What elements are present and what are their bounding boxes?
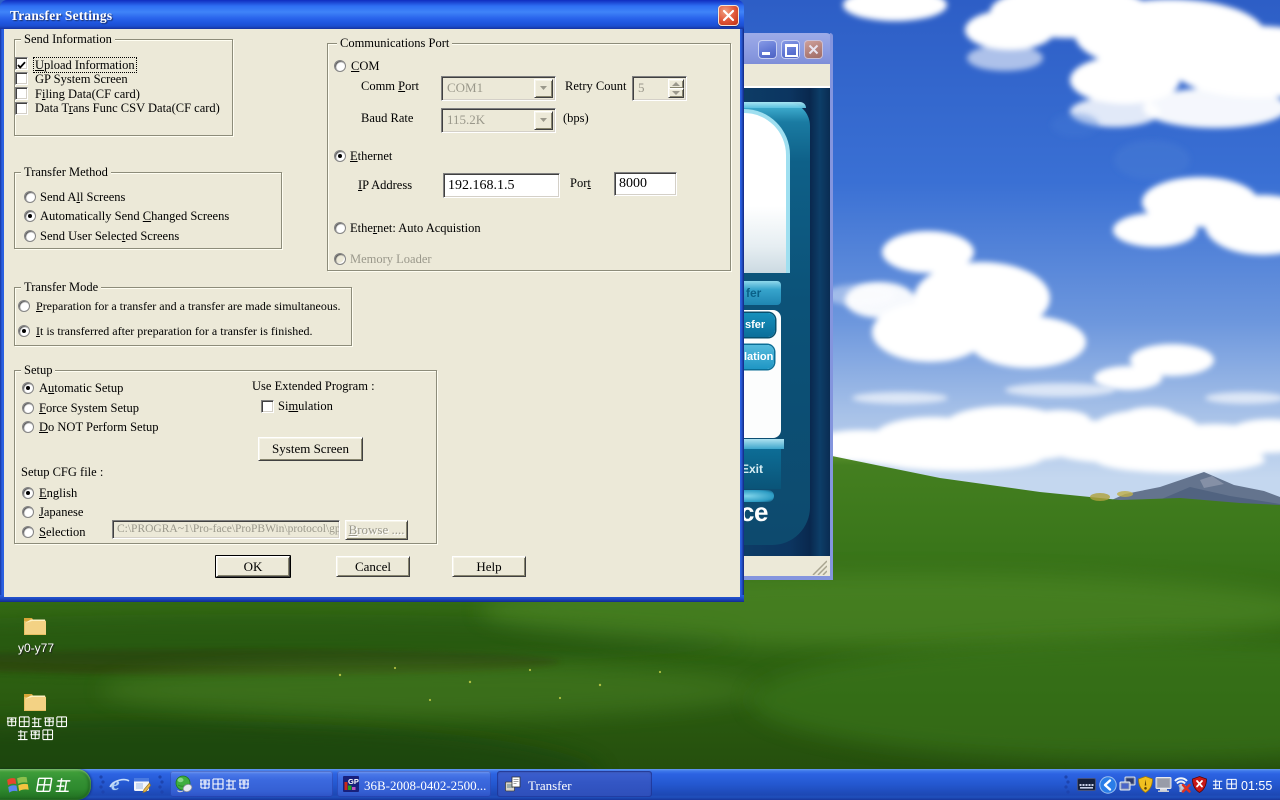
svg-text:GP: GP [348, 777, 359, 786]
